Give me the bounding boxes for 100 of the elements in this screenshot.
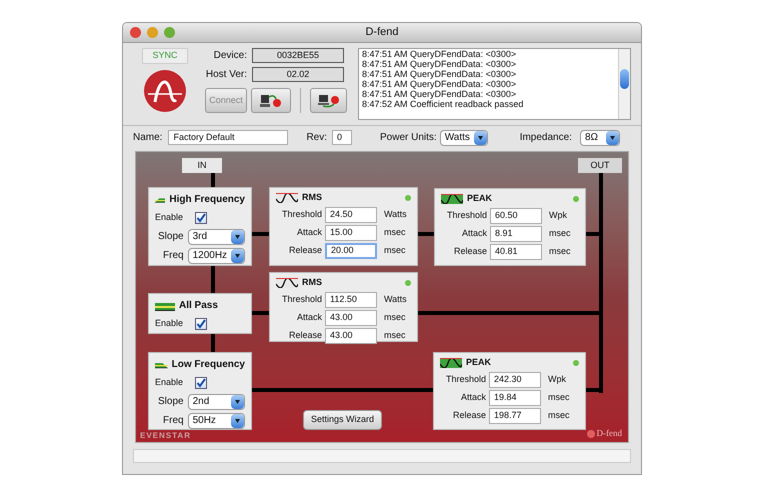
impedance-dropdown[interactable]: 8Ω — [580, 130, 620, 146]
caret-icon — [231, 248, 244, 262]
upload-button[interactable] — [251, 88, 291, 113]
unit-label: Watts — [384, 292, 407, 306]
parameter-input[interactable]: 43.00 — [325, 328, 377, 344]
parameter-input[interactable]: 19.84 — [489, 390, 541, 406]
unit-label: Wpk — [549, 208, 567, 222]
enable-label: Enable — [155, 211, 184, 224]
power-units-dropdown[interactable]: Watts — [440, 130, 488, 146]
enable-checkbox[interactable] — [195, 318, 208, 330]
parameter-label: Release — [288, 328, 322, 342]
parameter-label: Release — [452, 408, 486, 422]
unit-label: msec — [548, 408, 570, 422]
log-line: 8:47:51 AM QueryDFendData: <0300> — [362, 79, 518, 89]
settings-wizard-button[interactable]: Settings Wizard — [303, 410, 382, 430]
window-title: D-fend — [365, 25, 399, 40]
logo-icon — [144, 70, 186, 112]
parameter-label: Threshold — [444, 372, 486, 386]
unit-label: Watts — [384, 208, 407, 221]
unit-label: msec — [384, 328, 406, 342]
parameter-input[interactable]: 242.30 — [489, 372, 541, 388]
impedance-label: Impedance: — [520, 131, 572, 145]
caret-icon — [231, 414, 244, 428]
parameter-label: Threshold — [280, 292, 322, 306]
caret-icon — [606, 130, 619, 144]
log-line: 8:47:52 AM Coefficient readback passed — [362, 99, 524, 109]
parameter-label: Attack — [460, 226, 487, 240]
log-line: 8:47:51 AM QueryDFendData: <0300> — [362, 49, 518, 59]
limiter-title: RMS — [302, 191, 322, 204]
input-label: IN — [182, 158, 222, 173]
close-button[interactable] — [130, 27, 141, 38]
enable-checkbox[interactable] — [195, 376, 208, 389]
name-field[interactable]: Factory Default — [168, 130, 288, 145]
power-units-label: Power Units: — [380, 131, 437, 145]
enable-label: Enable — [155, 317, 184, 330]
parameter-input[interactable]: 40.81 — [490, 244, 542, 260]
unit-label: Wpk — [548, 372, 566, 386]
parameter-label: Attack — [460, 390, 486, 404]
parameter-input[interactable]: 43.00 — [325, 310, 377, 326]
slope-dropdown[interactable]: 3rd — [188, 228, 245, 244]
device-label: Device: — [212, 49, 247, 63]
parameter-label: Release — [452, 244, 487, 258]
unit-label: msec — [549, 244, 571, 258]
caret-icon — [231, 394, 244, 408]
computer-sync-icon — [260, 94, 282, 108]
parameter-input[interactable]: 24.50 — [325, 206, 377, 222]
filter-title: High Frequency — [169, 193, 245, 207]
host-version-label: Host Ver: — [205, 68, 247, 82]
frequency-dropdown[interactable]: 1200Hz — [188, 248, 245, 264]
parameter-input[interactable]: 112.50 — [325, 292, 377, 308]
limiter-title: RMS — [302, 276, 322, 289]
rev-label: Rev: — [306, 131, 328, 145]
host-version-field: 02.02 — [252, 67, 344, 82]
waveform-icon — [441, 194, 463, 204]
unit-label: msec — [384, 226, 406, 239]
logo-icon — [586, 430, 594, 438]
unit-label: msec — [384, 310, 406, 324]
limiter-title: PEAK — [466, 356, 492, 369]
log-line: 8:47:51 AM QueryDFendData: <0300> — [362, 59, 518, 69]
log-line: 8:47:51 AM QueryDFendData: <0300> — [362, 89, 518, 99]
slope-label: Slope — [157, 395, 184, 409]
enable-label: Enable — [155, 376, 184, 389]
freq-label: Freq — [162, 414, 184, 428]
computer-sync-icon — [318, 94, 340, 108]
unit-label: msec — [549, 226, 571, 240]
name-label: Name: — [133, 131, 162, 145]
product-name: D-fend — [596, 427, 622, 440]
scrollbar[interactable] — [618, 49, 630, 119]
filter-title: Low Frequency — [172, 358, 245, 372]
parameter-input[interactable]: 8.91 — [490, 226, 542, 242]
parameter-input[interactable]: 15.00 — [325, 224, 377, 240]
filter-curve-icon — [155, 300, 175, 310]
unit-label: msec — [384, 244, 406, 257]
parameter-label: Release — [288, 244, 322, 257]
output-label: OUT — [578, 158, 622, 173]
log-line: 8:47:51 AM QueryDFendData: <0300> — [362, 69, 518, 79]
rev-field[interactable]: 0 — [332, 130, 352, 145]
parameter-label: Threshold — [446, 208, 487, 222]
parameter-input[interactable]: 60.50 — [490, 208, 542, 224]
waveform-icon — [276, 192, 298, 203]
unit-label: msec — [548, 390, 570, 404]
parameter-label: Attack — [296, 310, 322, 324]
freq-label: Freq — [162, 249, 184, 263]
device-field: 0032BE55 — [252, 48, 344, 63]
parameter-input[interactable]: 20.00 — [325, 242, 377, 258]
caret-icon — [474, 130, 487, 144]
parameter-input[interactable]: 198.77 — [489, 408, 541, 424]
enable-checkbox[interactable] — [195, 212, 208, 224]
limiter-title: PEAK — [467, 192, 492, 205]
frequency-dropdown[interactable]: 50Hz — [188, 412, 245, 428]
slope-label: Slope — [157, 230, 184, 244]
download-button[interactable] — [310, 88, 347, 113]
slope-dropdown[interactable]: 2nd — [188, 394, 245, 410]
filter-title: All Pass — [179, 299, 218, 313]
parameter-label: Threshold — [280, 208, 322, 221]
parameter-label: Attack — [296, 226, 322, 239]
sync-indicator: SYNC — [142, 48, 188, 64]
brand-wordmark: EVENSTAR — [140, 430, 191, 442]
waveform-icon — [440, 358, 462, 368]
caret-icon — [231, 230, 244, 244]
